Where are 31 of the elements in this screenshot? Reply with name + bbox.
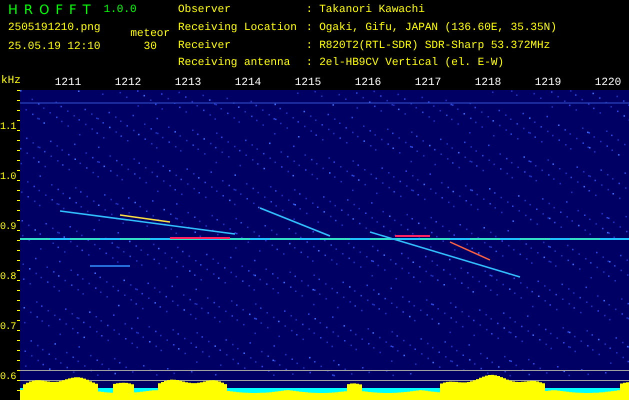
x-tick-label: 1216 (354, 78, 382, 89)
y-tick-label: 0.6 (0, 373, 16, 383)
info-label: Receiver (178, 40, 232, 54)
unit-label: kHz (1, 76, 21, 87)
y-tick-label: 1.1 (0, 123, 16, 133)
info-label: Receiving antenna (178, 57, 292, 72)
x-tick-label: 1214 (234, 78, 262, 89)
x-tick-label: 1215 (294, 78, 322, 89)
x-tick-label: 1217 (414, 78, 442, 89)
info-value: : Takanori Kawachi (306, 4, 426, 18)
timestamp: 25.05.19 12:10 (8, 42, 100, 53)
x-tick-label: 1212 (114, 78, 142, 89)
meteor-count: 30 (144, 42, 157, 53)
y-tick-label: 0.9 (0, 223, 16, 233)
info-value: : R820T2(RTL-SDR) SDR-Sharp 53.372MHz (306, 40, 552, 54)
info-label: Receiving Location (178, 22, 298, 36)
info-value: : Ogaki, Gifu, JAPAN (136.60E, 35.35N) (306, 22, 557, 36)
app-logo: H R O F F T (8, 4, 92, 17)
x-tick-label: 1219 (534, 78, 562, 89)
file-name: 2505191210.png (8, 23, 100, 34)
version-label: 1.0.0 (104, 5, 137, 16)
x-tick-label: 1218 (474, 78, 502, 89)
x-tick-label: 1213 (174, 78, 202, 89)
count-label: meteor (130, 29, 170, 40)
info-value: : 2el-HB9CV Vertical (el. E-W) (306, 57, 506, 72)
y-tick-label: 0.7 (0, 323, 16, 333)
y-tick-label: 0.8 (0, 273, 16, 283)
y-tick-label: 1.0 (0, 173, 16, 183)
x-tick-label: 1220 (594, 78, 622, 89)
info-label: Observer (178, 4, 232, 18)
x-tick-label: 1211 (54, 78, 82, 89)
